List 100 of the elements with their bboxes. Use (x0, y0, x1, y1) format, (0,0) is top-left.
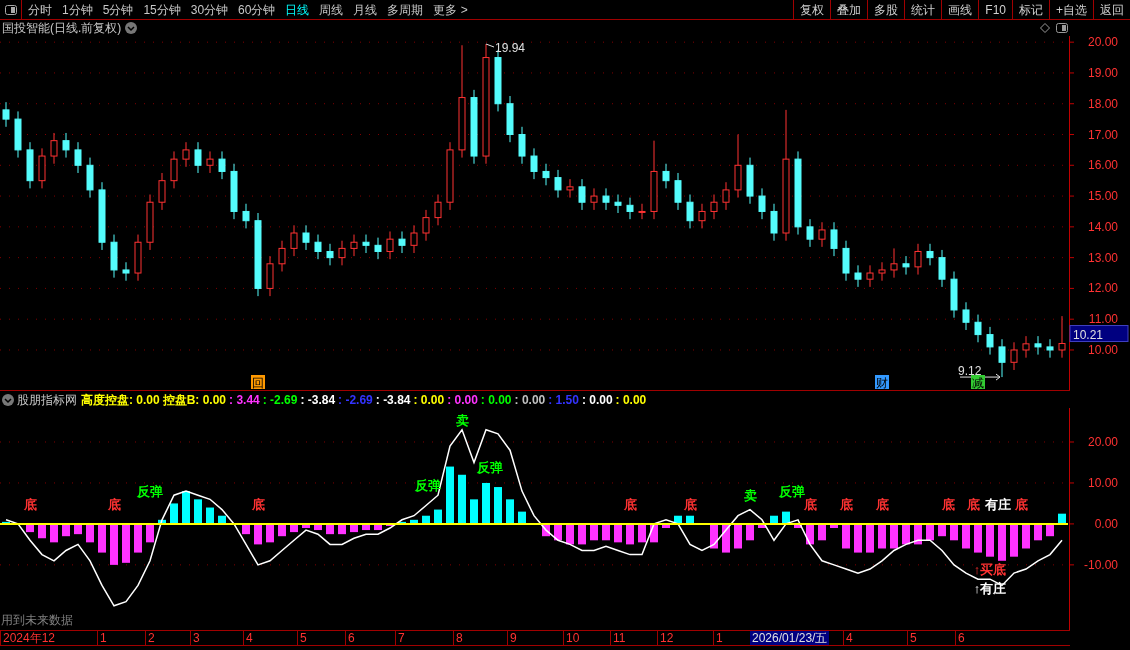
candlestick (590, 187, 598, 211)
toolbar-button[interactable]: 返回 (1093, 0, 1130, 19)
indicator-value: 控盘B: 0.00 (162, 391, 227, 409)
date-label: 4 (243, 631, 253, 645)
histogram-bar (710, 523, 718, 549)
candlestick (818, 221, 826, 248)
histogram-bar (470, 499, 478, 524)
toolbar-button[interactable]: 统计 (904, 0, 942, 19)
candlestick (2, 101, 10, 128)
signal-label: 底 (875, 496, 889, 512)
period-tab[interactable]: 30分钟 (190, 0, 229, 19)
histogram-bar (614, 523, 622, 543)
dropdown-icon[interactable] (125, 22, 138, 34)
candlestick (734, 134, 742, 199)
histogram-bar (686, 515, 694, 524)
indicator-value: : -2.69 (338, 391, 373, 409)
diamond-icon[interactable] (1040, 23, 1050, 33)
toolbar-button[interactable]: 画线 (941, 0, 979, 19)
histogram-bar (938, 523, 946, 537)
toolbar-button[interactable]: 叠加 (830, 0, 868, 19)
date-label: 3 (190, 631, 200, 645)
indicator-value: : 3.44 (229, 391, 260, 409)
candlestick (170, 150, 178, 189)
histogram-bar (806, 523, 814, 545)
signal-label: 底 (1014, 496, 1028, 512)
toolbar-button[interactable]: 多股 (867, 0, 905, 19)
date-label: 11 (610, 631, 626, 645)
candlestick (278, 240, 286, 272)
axis-label: 0.00 (1094, 516, 1118, 531)
period-tab[interactable]: 日线 (285, 0, 310, 19)
date-label: 2024年12 (0, 631, 56, 645)
candlestick (806, 218, 814, 248)
axis-label: 18.00 (1087, 96, 1118, 111)
histogram-bar (170, 503, 178, 524)
collapse-icon[interactable] (2, 393, 14, 406)
candlestick (878, 261, 886, 282)
panel-toggle-icon[interactable] (1056, 23, 1068, 33)
candlestick (902, 255, 910, 276)
period-tab[interactable]: 60分钟 (238, 0, 276, 19)
signal-label: 底 (803, 496, 817, 512)
candlestick (386, 230, 394, 260)
toolbar-button[interactable]: F10 (978, 0, 1012, 19)
signal-label: 底 (251, 496, 265, 512)
signal-label: ↑买底 (973, 562, 1007, 578)
indicator-value: : 0.00 (514, 391, 546, 409)
candlestick (722, 181, 730, 211)
period-tab[interactable]: 月线 (353, 0, 378, 19)
candlestick (662, 163, 670, 189)
candlestick (434, 194, 442, 226)
indicator-value: : 1.50 (548, 391, 579, 409)
date-label: 6 (345, 631, 355, 645)
period-tab[interactable]: 多周期 (387, 0, 424, 19)
candlestick (410, 224, 418, 254)
axis-label: 13.00 (1087, 250, 1118, 265)
period-tab[interactable]: 5分钟 (102, 0, 134, 19)
candlestick (1046, 338, 1054, 359)
histogram-bar (842, 523, 850, 549)
histogram-bar (926, 523, 934, 541)
period-tab[interactable]: 15分钟 (143, 0, 181, 19)
indicator-value: : 0.00 (447, 391, 478, 409)
histogram-bar (146, 523, 154, 543)
signal-label: 底 (966, 496, 980, 512)
histogram-bar (254, 523, 262, 545)
period-tab[interactable]: 周线 (319, 0, 344, 19)
candlestick (506, 95, 514, 143)
toolbar-button[interactable]: +自选 (1049, 0, 1093, 19)
candlestick (14, 110, 22, 159)
histogram-bar (446, 466, 454, 524)
price-annotation: 19.94 (485, 41, 526, 55)
period-tab[interactable]: 分时 (28, 0, 52, 19)
toolbar-button[interactable]: 标记 (1012, 0, 1049, 19)
date-label: 1 (713, 631, 723, 645)
histogram-bar (854, 523, 862, 553)
candlestick (566, 178, 574, 199)
event-marker[interactable]: 财 (875, 375, 889, 390)
histogram-bar (566, 523, 574, 545)
histogram-bar (626, 523, 634, 545)
date-label: 12 (657, 631, 674, 645)
date-label: 2 (145, 631, 155, 645)
candlestick (830, 221, 838, 257)
axis-label: 19.00 (1087, 65, 1118, 80)
histogram-bar (86, 523, 94, 543)
candlestick (314, 234, 322, 260)
histogram-bar (182, 491, 190, 524)
candlestick (242, 203, 250, 229)
histogram-bar (722, 523, 730, 553)
histogram-bar (506, 499, 514, 524)
period-tab[interactable]: 1分钟 (62, 0, 93, 19)
histogram-bar (950, 523, 958, 541)
candlestick (194, 141, 202, 174)
candlestick (998, 338, 1006, 378)
histogram-bar (878, 523, 886, 549)
toolbar-button[interactable]: 复权 (793, 0, 831, 19)
date-label: 8 (453, 631, 463, 645)
axis-label: 17.00 (1087, 127, 1118, 142)
histogram-bar (410, 519, 418, 524)
period-tab[interactable]: 更多 > (433, 0, 468, 19)
candlestick (446, 141, 454, 211)
candlestick (926, 243, 934, 266)
event-marker[interactable]: 回 (251, 375, 265, 390)
